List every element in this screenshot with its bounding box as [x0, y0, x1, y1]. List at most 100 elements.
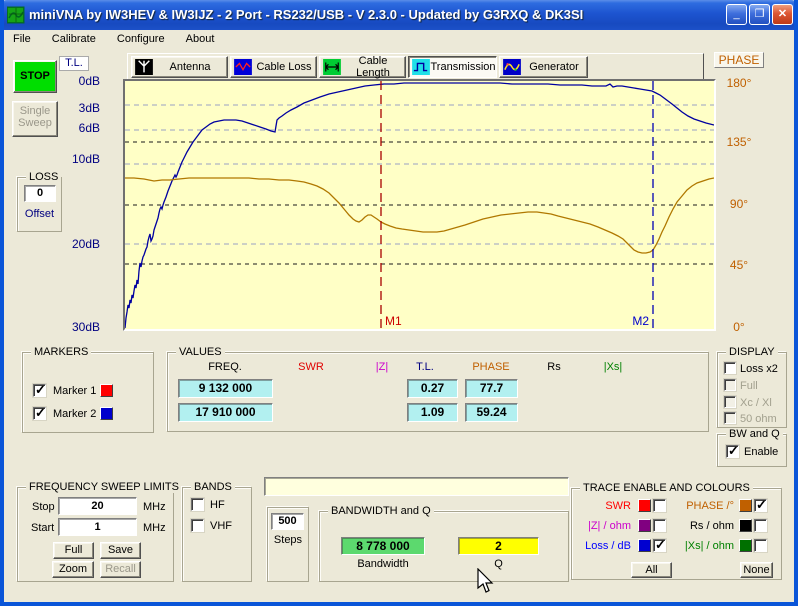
start-freq-input[interactable]: 1	[58, 518, 137, 536]
marker1-label: Marker 1	[53, 385, 97, 397]
marker1-color-swatch[interactable]	[100, 384, 113, 397]
marker2-phase-value: 59.24	[465, 403, 518, 422]
antenna-mode-label: Antenna	[169, 61, 211, 73]
cable-length-icon	[323, 59, 341, 75]
xs-colour-swatch[interactable]	[739, 539, 752, 552]
marker2-freq-value: 17 910 000	[178, 403, 273, 422]
all-traces-button[interactable]: All	[631, 562, 672, 578]
steps-label: Steps	[273, 534, 303, 546]
hf-label: HF	[210, 499, 225, 511]
bwq-group-title: BW and Q	[726, 428, 783, 440]
tick-6db: 6dB	[78, 121, 100, 135]
maximize-icon: ❒	[754, 8, 765, 20]
header-swr: SWR	[298, 361, 324, 373]
generator-mode-button[interactable]: Generator	[499, 56, 588, 78]
marker2-label: Marker 2	[53, 408, 97, 420]
fifty-ohm-label: 50 ohm	[740, 413, 777, 425]
marker-label-m1: M1	[385, 314, 402, 328]
vhf-checkbox[interactable]	[191, 519, 204, 532]
menu-calibrate[interactable]: Calibrate	[43, 30, 105, 48]
generator-icon	[503, 59, 521, 75]
loss-trace-checkbox[interactable]	[653, 537, 666, 553]
minimize-button[interactable]: _	[726, 4, 747, 25]
tick-30db: 30dB	[71, 320, 100, 334]
loss-trace-label: Loss / dB	[585, 540, 631, 552]
header-rs: Rs	[547, 361, 561, 373]
mode-toolbar: Antenna Cable Loss Cable Length Transmis…	[127, 53, 704, 80]
menu-configure[interactable]: Configure	[108, 30, 174, 48]
save-button[interactable]: Save	[100, 542, 141, 559]
loss-offset-input[interactable]: 0	[24, 185, 56, 202]
stop-freq-input[interactable]: 20	[58, 497, 137, 515]
transmission-icon	[412, 59, 430, 75]
chart-area[interactable]: M1 M2	[123, 79, 716, 331]
title-bar[interactable]: miniVNA by IW3HEV & IW3IJZ - 2 Port - RS…	[4, 0, 794, 30]
bandwidth-q-title: BANDWIDTH and Q	[328, 505, 434, 517]
markers-group: MARKERS Marker 1 Marker 2	[22, 346, 154, 433]
stop-unit-label: MHz	[143, 501, 166, 513]
marker1-phase-value: 77.7	[465, 379, 518, 398]
loss-x2-checkbox[interactable]	[724, 362, 736, 374]
loss-group-title: LOSS	[26, 171, 62, 183]
zoom-button[interactable]: Zoom	[52, 561, 94, 578]
loss-offset-label: Offset	[24, 208, 55, 220]
message-field	[264, 477, 569, 496]
swr-trace-checkbox[interactable]	[653, 499, 666, 512]
bandwidth-value: 8 778 000	[341, 537, 425, 555]
z-trace-checkbox[interactable]	[653, 519, 666, 532]
menu-bar: File Calibrate Configure About	[4, 30, 794, 49]
full-display-checkbox	[724, 379, 736, 391]
phase-colour-swatch[interactable]	[739, 499, 752, 512]
antenna-mode-button[interactable]: Antenna	[131, 56, 228, 78]
cable-length-mode-label: Cable Length	[356, 55, 390, 79]
z-colour-swatch[interactable]	[638, 519, 651, 532]
steps-group: 500 Steps	[267, 507, 309, 582]
recall-button[interactable]: Recall	[100, 561, 141, 578]
swr-trace-label: SWR	[605, 500, 631, 512]
window-title: miniVNA by IW3HEV & IW3IJZ - 2 Port - RS…	[29, 7, 584, 22]
tick-45deg: 45°	[729, 258, 749, 272]
marker2-checkbox[interactable]	[33, 405, 46, 421]
steps-input[interactable]: 500	[271, 513, 304, 530]
tick-0db: 0dB	[78, 74, 100, 88]
rs-trace-checkbox[interactable]	[754, 519, 767, 532]
marker2-color-swatch[interactable]	[100, 407, 113, 420]
stop-label: Stop	[32, 501, 55, 513]
z-trace-label: |Z| / ohm	[587, 520, 631, 532]
header-freq: FREQ.	[208, 361, 242, 373]
stop-button[interactable]: STOP	[13, 60, 57, 93]
single-sweep-label: Single Sweep	[18, 105, 52, 129]
marker1-checkbox[interactable]	[33, 382, 46, 398]
minimize-icon: _	[733, 8, 740, 20]
markers-group-title: MARKERS	[31, 346, 92, 358]
swr-colour-swatch[interactable]	[638, 499, 651, 512]
cable-loss-mode-label: Cable Loss	[256, 61, 312, 73]
bandwidth-q-group: BANDWIDTH and Q 8 778 000 Bandwidth 2 Q	[319, 505, 569, 582]
app-icon	[7, 6, 25, 24]
single-sweep-button[interactable]: Single Sweep	[12, 101, 58, 137]
rs-colour-swatch[interactable]	[739, 519, 752, 532]
cable-loss-mode-button[interactable]: Cable Loss	[230, 56, 317, 78]
xs-trace-label: |Xs| / ohm	[684, 540, 734, 552]
hf-checkbox[interactable]	[191, 498, 204, 511]
bwq-enable-checkbox[interactable]	[726, 443, 739, 459]
none-traces-button[interactable]: None	[740, 562, 773, 578]
values-group: VALUES FREQ. SWR |Z| T.L. PHASE Rs |Xs| …	[167, 346, 709, 432]
q-label: Q	[494, 558, 503, 570]
tick-135deg: 135°	[726, 135, 752, 149]
transmission-mode-button[interactable]: Transmission	[408, 56, 497, 78]
menu-file[interactable]: File	[4, 30, 40, 48]
right-axis-title: PHASE	[714, 52, 764, 68]
phase-trace-label: PHASE /°	[686, 500, 734, 512]
bwq-enable-label: Enable	[744, 446, 779, 458]
cable-length-mode-button[interactable]: Cable Length	[319, 55, 406, 79]
menu-about[interactable]: About	[177, 30, 224, 48]
loss-colour-swatch[interactable]	[638, 539, 651, 552]
full-span-button[interactable]: Full	[53, 542, 94, 559]
close-button[interactable]: ✕	[772, 4, 793, 25]
maximize-button[interactable]: ❒	[749, 4, 770, 25]
xs-trace-checkbox[interactable]	[754, 539, 767, 552]
header-tl: T.L.	[416, 361, 434, 373]
loss-group: LOSS 0 Offset	[17, 171, 62, 232]
phase-trace-checkbox[interactable]	[754, 497, 767, 513]
